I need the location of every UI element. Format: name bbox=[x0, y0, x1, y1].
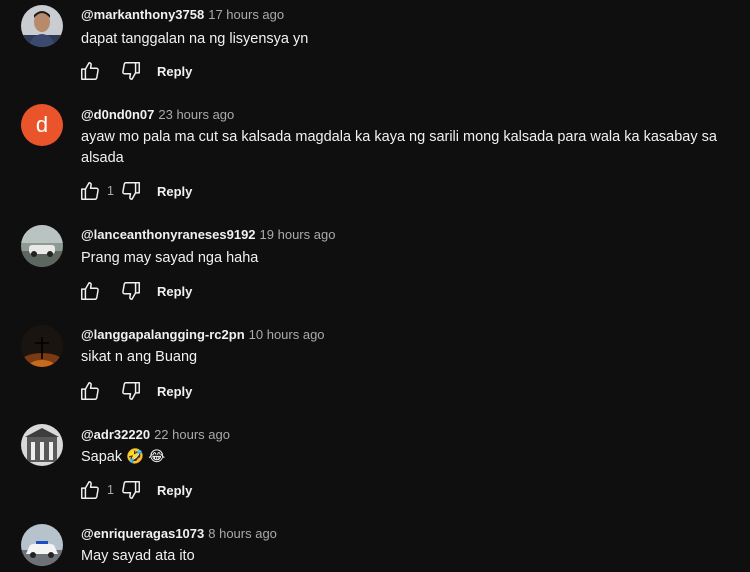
comment-timestamp[interactable]: 19 hours ago bbox=[260, 227, 336, 242]
dislike-button[interactable] bbox=[119, 379, 143, 403]
comment-timestamp[interactable]: 17 hours ago bbox=[208, 7, 284, 22]
avatar[interactable] bbox=[21, 325, 63, 367]
comment-text: May sayad ata ito bbox=[81, 548, 195, 564]
like-button[interactable] bbox=[78, 179, 102, 203]
like-button[interactable] bbox=[78, 279, 102, 303]
avatar[interactable]: d bbox=[21, 104, 63, 146]
like-button[interactable] bbox=[78, 379, 102, 403]
comment-timestamp[interactable]: 10 hours ago bbox=[249, 327, 325, 342]
dislike-button[interactable] bbox=[119, 279, 143, 303]
comment-header: @langgapalangging-rc2pn 10 hours ago bbox=[81, 327, 325, 342]
thumbs-down-icon bbox=[122, 62, 140, 80]
avatar[interactable] bbox=[21, 225, 63, 267]
thumbs-down-icon bbox=[122, 481, 140, 499]
comment-header: @adr32220 22 hours ago bbox=[81, 427, 230, 442]
avatar[interactable] bbox=[21, 424, 63, 466]
thumbs-down-icon bbox=[122, 182, 140, 200]
comment-timestamp[interactable]: 22 hours ago bbox=[154, 427, 230, 442]
thumbs-up-icon bbox=[81, 182, 99, 200]
comment-header: @enriqueragas1073 8 hours ago bbox=[81, 526, 277, 541]
reply-button[interactable]: Reply bbox=[157, 64, 192, 79]
comment-text: sikat n ang Buang bbox=[81, 349, 198, 365]
comment-actions: Reply bbox=[78, 279, 192, 303]
reply-button[interactable]: Reply bbox=[157, 184, 192, 199]
dislike-button[interactable] bbox=[119, 179, 143, 203]
thumbs-down-icon bbox=[122, 282, 140, 300]
comment-header: @d0nd0n07 23 hours ago bbox=[81, 107, 234, 122]
comment-text: ayaw mo pala ma cut sa kalsada magdala k… bbox=[81, 129, 717, 166]
thumbs-up-icon bbox=[81, 481, 99, 499]
avatar-letter: d bbox=[35, 112, 49, 137]
author-name[interactable]: @adr32220 bbox=[81, 427, 150, 442]
comment-header: @lanceanthonyraneses9192 19 hours ago bbox=[81, 227, 335, 242]
comment-timestamp[interactable]: 23 hours ago bbox=[158, 107, 234, 122]
author-name[interactable]: @lanceanthonyraneses9192 bbox=[81, 227, 256, 242]
comment-actions: 1 Reply bbox=[78, 179, 192, 203]
thumbs-up-icon bbox=[81, 382, 99, 400]
dislike-button[interactable] bbox=[119, 59, 143, 83]
thumbs-up-icon bbox=[81, 62, 99, 80]
thumbs-down-icon bbox=[122, 382, 140, 400]
reply-button[interactable]: Reply bbox=[157, 384, 192, 399]
comment-text: Sapak 🤣 😂 bbox=[81, 449, 166, 465]
like-count: 1 bbox=[107, 483, 114, 497]
author-name[interactable]: @langgapalangging-rc2pn bbox=[81, 327, 245, 342]
comment-actions: Reply bbox=[78, 59, 192, 83]
author-name[interactable]: @markanthony3758 bbox=[81, 7, 204, 22]
like-button[interactable] bbox=[78, 478, 102, 502]
thumbs-up-icon bbox=[81, 282, 99, 300]
reply-button[interactable]: Reply bbox=[157, 284, 192, 299]
comment-text: dapat tanggalan na ng lisyensya yn bbox=[81, 31, 309, 47]
comment-actions: 1 Reply bbox=[78, 478, 192, 502]
reply-button[interactable]: Reply bbox=[157, 483, 192, 498]
comment-text: Prang may sayad nga haha bbox=[81, 250, 259, 266]
avatar[interactable] bbox=[21, 5, 63, 47]
dislike-button[interactable] bbox=[119, 478, 143, 502]
like-button[interactable] bbox=[78, 59, 102, 83]
author-name[interactable]: @d0nd0n07 bbox=[81, 107, 154, 122]
author-name[interactable]: @enriqueragas1073 bbox=[81, 526, 204, 541]
like-count: 1 bbox=[107, 184, 114, 198]
avatar[interactable] bbox=[21, 524, 63, 566]
comment-actions: Reply bbox=[78, 379, 192, 403]
comment-timestamp[interactable]: 8 hours ago bbox=[208, 526, 277, 541]
comment-header: @markanthony3758 17 hours ago bbox=[81, 7, 284, 22]
